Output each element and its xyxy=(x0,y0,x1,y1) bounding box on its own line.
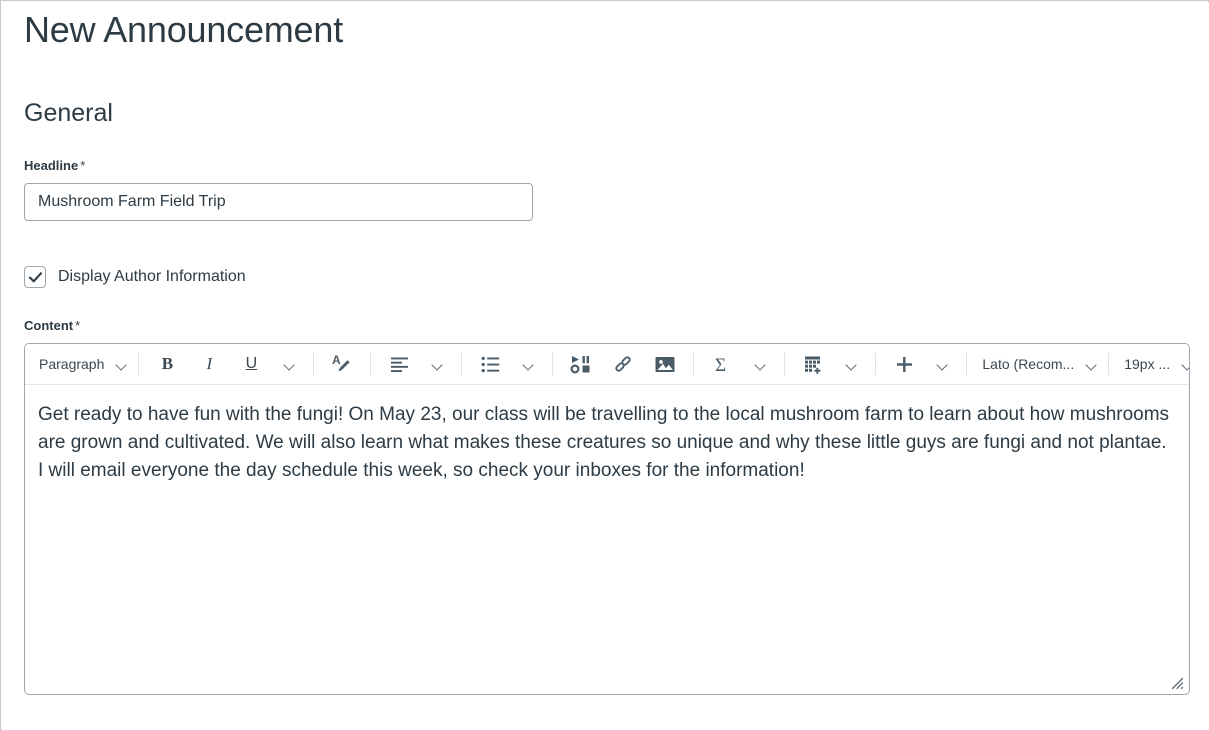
content-required-marker: * xyxy=(75,318,81,333)
chevron-down-icon xyxy=(937,359,948,370)
chevron-down-icon xyxy=(1182,359,1189,370)
insert-more-button[interactable] xyxy=(883,349,925,379)
italic-button[interactable]: I xyxy=(188,349,230,379)
headline-input[interactable] xyxy=(24,183,533,221)
font-family-select[interactable]: Lato (Recom... xyxy=(974,349,1101,379)
italic-label: I xyxy=(206,354,213,373)
announcement-form-page: New Announcement General Headline* Displ… xyxy=(2,2,1209,730)
align-left-icon xyxy=(390,357,408,372)
font-size-select[interactable]: 19px ... xyxy=(1116,349,1189,379)
image-button[interactable] xyxy=(644,349,686,379)
link-icon xyxy=(615,356,632,372)
toolbar-divider xyxy=(313,353,315,375)
bold-button[interactable]: B xyxy=(146,349,188,379)
font-family-label: Lato (Recom... xyxy=(982,356,1075,372)
equation-dropdown-button[interactable] xyxy=(743,349,777,379)
underline-button[interactable]: U xyxy=(230,349,272,379)
text-color-button[interactable]: A xyxy=(321,349,363,379)
svg-text:Σ: Σ xyxy=(715,355,726,375)
image-icon xyxy=(655,356,675,372)
align-dropdown-button[interactable] xyxy=(420,349,454,379)
rich-content-editor: Paragraph B I U A Σ Lato (Recom... 19px … xyxy=(24,343,1190,695)
block-format-label: Paragraph xyxy=(39,356,105,372)
section-title-general: General xyxy=(24,99,113,127)
toolbar-divider xyxy=(875,353,877,375)
media-button[interactable] xyxy=(560,349,602,379)
insert-more-dropdown-button[interactable] xyxy=(925,349,959,379)
toolbar-divider xyxy=(784,353,786,375)
bold-label: B xyxy=(161,354,174,373)
toolbar-divider xyxy=(693,353,695,375)
chevron-down-icon xyxy=(846,359,857,370)
headline-required-marker: * xyxy=(80,158,86,173)
chevron-down-icon xyxy=(523,359,534,370)
toolbar-divider xyxy=(370,353,372,375)
font-size-label: 19px ... xyxy=(1124,356,1171,372)
content-label-text: Content xyxy=(24,318,74,333)
chevron-down-icon xyxy=(755,359,766,370)
content-label: Content * xyxy=(24,318,1187,334)
list-button[interactable] xyxy=(469,349,511,379)
window-frame: New Announcement General Headline* Displ… xyxy=(0,0,1209,730)
resize-grip-icon[interactable] xyxy=(1168,674,1184,690)
editor-content-area[interactable]: Get ready to have fun with the fungi! On… xyxy=(25,385,1189,694)
chevron-down-icon xyxy=(284,359,295,370)
chevron-down-icon xyxy=(116,359,127,370)
check-icon xyxy=(28,271,42,282)
list-dropdown-button[interactable] xyxy=(511,349,545,379)
display-author-label: Display Author Information xyxy=(58,268,246,285)
toolbar-divider xyxy=(138,353,140,375)
block-format-select[interactable]: Paragraph xyxy=(31,349,131,379)
link-button[interactable] xyxy=(602,349,644,379)
table-button[interactable] xyxy=(792,349,834,379)
display-author-checkbox[interactable] xyxy=(24,266,46,288)
table-dropdown-button[interactable] xyxy=(834,349,868,379)
toolbar-divider xyxy=(966,353,968,375)
insert-table-icon xyxy=(804,356,821,374)
media-icon xyxy=(570,356,590,374)
display-author-checkbox-row[interactable]: Display Author Information xyxy=(24,266,1187,288)
equation-sigma-icon: Σ xyxy=(715,355,726,375)
chevron-down-icon xyxy=(1086,359,1097,370)
insert-more-plus-icon xyxy=(896,356,912,372)
toolbar-divider xyxy=(461,353,463,375)
toolbar-divider xyxy=(1108,353,1110,375)
editor-body-text: Get ready to have fun with the fungi! On… xyxy=(38,404,1170,481)
svg-text:A: A xyxy=(332,353,341,367)
editor-toolbar: Paragraph B I U A Σ Lato (Recom... 19px … xyxy=(25,344,1189,385)
underline-label: U xyxy=(245,355,258,372)
equation-button[interactable]: Σ xyxy=(701,349,743,379)
align-button[interactable] xyxy=(378,349,420,379)
text-color-icon: A xyxy=(332,353,350,372)
underline-dropdown-button[interactable] xyxy=(272,349,306,379)
toolbar-divider xyxy=(552,353,554,375)
headline-label-text: Headline xyxy=(24,158,79,173)
headline-label: Headline * xyxy=(24,158,1187,174)
chevron-down-icon xyxy=(432,359,443,370)
bulleted-list-icon xyxy=(481,356,500,372)
page-title: New Announcement xyxy=(24,9,344,50)
